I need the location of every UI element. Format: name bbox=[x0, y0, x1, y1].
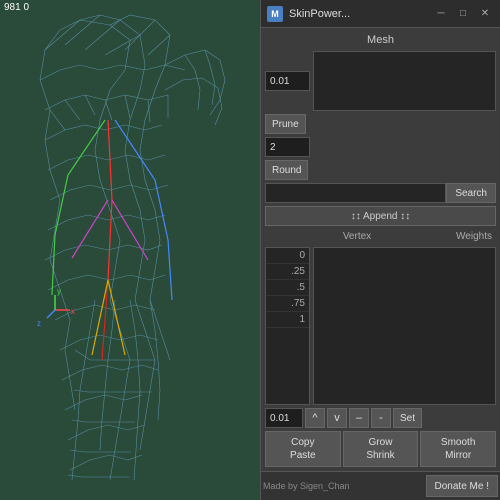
vertex-item-5[interactable]: .5 bbox=[266, 280, 309, 296]
svg-text:x: x bbox=[71, 307, 75, 316]
vertex-item-75[interactable]: .75 bbox=[266, 296, 309, 312]
copy-paste-button[interactable]: Copy Paste bbox=[265, 431, 341, 467]
round-value-input[interactable] bbox=[265, 137, 310, 157]
stepper-row: ^ v – - Set bbox=[265, 408, 496, 428]
window-controls: ─ □ ✕ bbox=[432, 6, 494, 22]
action-buttons: Copy Paste Grow Shrink Smooth Mirror bbox=[265, 431, 496, 467]
stepper-minus1-button[interactable]: – bbox=[349, 408, 369, 428]
prune-row bbox=[265, 51, 496, 111]
svg-text:y: y bbox=[57, 287, 61, 296]
vertex-list: 0 .25 .5 .75 1 bbox=[265, 247, 310, 405]
viewport-info: 981 0 bbox=[4, 2, 29, 13]
maximize-button[interactable]: □ bbox=[454, 6, 472, 22]
copy-label: Copy bbox=[268, 436, 338, 449]
viewport[interactable]: x y z 981 0 bbox=[0, 0, 260, 500]
paste-label: Paste bbox=[268, 449, 338, 462]
mesh-list bbox=[313, 51, 496, 111]
window-title: SkinPower... bbox=[289, 8, 432, 20]
shrink-label: Shrink bbox=[346, 449, 416, 462]
round-row bbox=[265, 137, 496, 157]
weights-list bbox=[313, 247, 496, 405]
append-row: ↕↕ Append ↕↕ bbox=[265, 206, 496, 226]
vertex-item-1[interactable]: 1 bbox=[266, 312, 309, 328]
mesh-section-header: Mesh bbox=[265, 32, 496, 48]
prune-btn-row: Prune bbox=[265, 114, 496, 134]
svg-text:z: z bbox=[37, 319, 41, 328]
footer-text: Made by Sigen_Chan bbox=[263, 481, 350, 491]
close-button[interactable]: ✕ bbox=[476, 6, 494, 22]
prune-button[interactable]: Prune bbox=[265, 114, 306, 134]
mirror-label: Mirror bbox=[423, 449, 493, 462]
vertex-weights-area: 0 .25 .5 .75 1 bbox=[265, 247, 496, 405]
titlebar: M SkinPower... ─ □ ✕ bbox=[261, 0, 500, 28]
columns-header: Vertex Weights bbox=[265, 229, 496, 244]
search-button[interactable]: Search bbox=[446, 183, 496, 203]
vertex-item-0[interactable]: 0 bbox=[266, 248, 309, 264]
panel-content: Mesh Prune Round Search bbox=[261, 28, 500, 471]
stepper-input[interactable] bbox=[265, 408, 303, 428]
round-btn-row: Round bbox=[265, 160, 496, 180]
prune-value-input[interactable] bbox=[265, 71, 310, 91]
donate-button[interactable]: Donate Me ! bbox=[426, 475, 498, 497]
append-button[interactable]: ↕↕ Append ↕↕ bbox=[265, 206, 496, 226]
round-button[interactable]: Round bbox=[265, 160, 308, 180]
grow-shrink-button[interactable]: Grow Shrink bbox=[343, 431, 419, 467]
search-area bbox=[265, 183, 446, 203]
panel: M SkinPower... ─ □ ✕ Mesh Prune bbox=[260, 0, 500, 500]
stepper-minus2-button[interactable]: - bbox=[371, 408, 391, 428]
smooth-label: Smooth bbox=[423, 436, 493, 449]
stepper-down-button[interactable]: v bbox=[327, 408, 347, 428]
set-button[interactable]: Set bbox=[393, 408, 422, 428]
stepper-up-button[interactable]: ^ bbox=[305, 408, 325, 428]
smooth-mirror-button[interactable]: Smooth Mirror bbox=[420, 431, 496, 467]
app-icon: M bbox=[267, 6, 283, 22]
grow-label: Grow bbox=[346, 436, 416, 449]
mesh-canvas: x y z bbox=[0, 0, 260, 500]
vertex-column-label: Vertex bbox=[313, 229, 401, 244]
vertex-item-25[interactable]: .25 bbox=[266, 264, 309, 280]
weights-column-label: Weights bbox=[404, 229, 496, 244]
search-row: Search bbox=[265, 183, 496, 203]
minimize-button[interactable]: ─ bbox=[432, 6, 450, 22]
footer: Made by Sigen_Chan Donate Me ! bbox=[261, 471, 500, 500]
